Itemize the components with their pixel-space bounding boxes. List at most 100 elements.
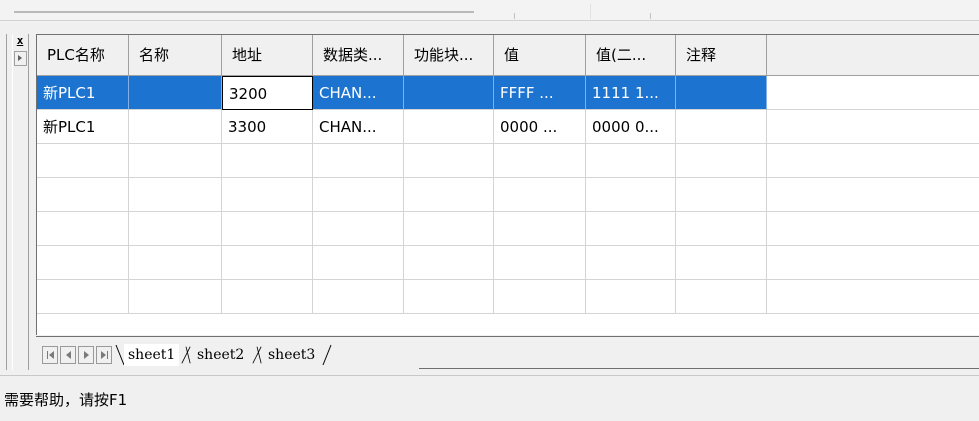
row-filler — [767, 76, 979, 110]
cell-value-binary[interactable]: 1111 1... — [586, 76, 676, 110]
cell-data-type[interactable] — [313, 144, 404, 178]
tab-edge-icon — [322, 344, 332, 366]
row-filler — [767, 246, 979, 280]
column-header-value[interactable]: 值 — [494, 35, 586, 75]
close-panel-icon[interactable]: x — [14, 35, 26, 48]
tab-edge-icon — [252, 346, 262, 364]
cell-data-type[interactable] — [313, 246, 404, 280]
column-header-comment[interactable]: 注释 — [676, 35, 767, 75]
status-bar-divider — [0, 375, 979, 376]
cell-comment[interactable] — [676, 178, 767, 212]
panel-edge — [6, 34, 7, 370]
cell-value-binary[interactable] — [586, 212, 676, 246]
cell-address[interactable] — [222, 280, 313, 314]
cell-name[interactable] — [129, 212, 222, 246]
cell-plc-name[interactable] — [37, 246, 129, 280]
table-row[interactable]: 新PLC1 3300 CHAN... 0000 ... 0000 0... — [37, 110, 979, 144]
cell-function-block[interactable] — [404, 212, 494, 246]
cell-plc-name[interactable]: 新PLC1 — [37, 110, 129, 144]
column-header-function-block[interactable]: 功能块... — [404, 35, 494, 75]
top-edge — [0, 20, 979, 21]
table-row[interactable]: 新PLC1 3200 CHAN... FFFF ... 1111 1... — [37, 76, 979, 110]
cell-name[interactable] — [129, 110, 222, 144]
watch-grid[interactable]: PLC名称 名称 地址 数据类... 功能块... 值 值(二... 注释 新P… — [36, 34, 979, 335]
cell-data-type[interactable]: CHAN... — [313, 110, 404, 144]
cell-plc-name[interactable] — [37, 144, 129, 178]
cell-value[interactable] — [494, 178, 586, 212]
column-header-plc-name[interactable]: PLC名称 — [37, 35, 129, 75]
cell-function-block[interactable] — [404, 280, 494, 314]
top-tick — [590, 4, 591, 19]
cell-value[interactable]: 0000 ... — [494, 110, 586, 144]
cell-name[interactable] — [129, 76, 222, 110]
row-filler — [767, 144, 979, 178]
expand-arrow-icon[interactable] — [14, 51, 27, 66]
cell-data-type[interactable] — [313, 178, 404, 212]
cell-address[interactable] — [222, 246, 313, 280]
cell-plc-name[interactable] — [37, 280, 129, 314]
cell-name[interactable] — [129, 144, 222, 178]
cell-value-binary[interactable] — [586, 178, 676, 212]
cell-value-binary[interactable] — [586, 246, 676, 280]
cell-comment[interactable] — [676, 110, 767, 144]
column-header-data-type[interactable]: 数据类... — [313, 35, 404, 75]
last-sheet-button[interactable] — [96, 346, 112, 364]
table-row[interactable] — [37, 178, 979, 212]
tab-edge-icon — [181, 346, 191, 364]
table-row[interactable] — [37, 246, 979, 280]
sheet-tab-sheet1[interactable]: sheet1 — [124, 344, 180, 366]
cell-name[interactable] — [129, 178, 222, 212]
cell-data-type[interactable]: CHAN... — [313, 76, 404, 110]
column-header-value-binary[interactable]: 值(二... — [586, 35, 676, 75]
cell-value-binary[interactable] — [586, 144, 676, 178]
cell-plc-name[interactable] — [37, 212, 129, 246]
cell-comment[interactable] — [676, 76, 767, 110]
previous-sheet-button[interactable] — [60, 346, 76, 364]
cell-value[interactable] — [494, 212, 586, 246]
cell-address[interactable] — [222, 144, 313, 178]
grid-header: PLC名称 名称 地址 数据类... 功能块... 值 值(二... 注释 — [37, 35, 979, 76]
cell-comment[interactable] — [676, 246, 767, 280]
row-filler — [767, 280, 979, 314]
cell-address[interactable] — [222, 212, 313, 246]
cell-value[interactable]: FFFF ... — [494, 76, 586, 110]
next-sheet-button[interactable] — [78, 346, 94, 364]
cell-comment[interactable] — [676, 144, 767, 178]
cell-value-binary[interactable]: 0000 0... — [586, 110, 676, 144]
cell-function-block[interactable] — [404, 110, 494, 144]
table-row[interactable] — [37, 144, 979, 178]
window-top-strip — [0, 0, 979, 22]
row-filler — [767, 178, 979, 212]
sheet-tab-bar: sheet1 sheet2 sheet3 — [36, 336, 979, 371]
cell-value[interactable] — [494, 144, 586, 178]
cell-value[interactable] — [494, 280, 586, 314]
sheet-tab-sheet3[interactable]: sheet3 — [264, 344, 319, 366]
cell-value[interactable] — [494, 246, 586, 280]
table-row[interactable] — [37, 212, 979, 246]
cell-name[interactable] — [129, 246, 222, 280]
table-row[interactable] — [37, 280, 979, 314]
cell-value-binary[interactable] — [586, 280, 676, 314]
cell-data-type[interactable] — [313, 280, 404, 314]
top-tick — [650, 13, 651, 19]
cell-address[interactable] — [222, 178, 313, 212]
top-divider — [14, 11, 474, 13]
cell-name[interactable] — [129, 280, 222, 314]
cell-comment[interactable] — [676, 280, 767, 314]
cell-data-type[interactable] — [313, 212, 404, 246]
panel-control-bar: x — [12, 34, 29, 370]
status-bar-text: 需要帮助，请按F1 — [4, 391, 128, 409]
sheet-tab-sheet2[interactable]: sheet2 — [193, 344, 248, 366]
first-sheet-button[interactable] — [42, 346, 58, 364]
cell-address[interactable]: 3300 — [222, 110, 313, 144]
column-header-address[interactable]: 地址 — [222, 35, 313, 75]
cell-comment[interactable] — [676, 212, 767, 246]
cell-function-block[interactable] — [404, 144, 494, 178]
cell-address[interactable]: 3200 — [222, 76, 313, 110]
column-header-name[interactable]: 名称 — [129, 35, 222, 75]
cell-function-block[interactable] — [404, 76, 494, 110]
cell-plc-name[interactable] — [37, 178, 129, 212]
cell-function-block[interactable] — [404, 246, 494, 280]
cell-plc-name[interactable]: 新PLC1 — [37, 76, 129, 110]
cell-function-block[interactable] — [404, 178, 494, 212]
